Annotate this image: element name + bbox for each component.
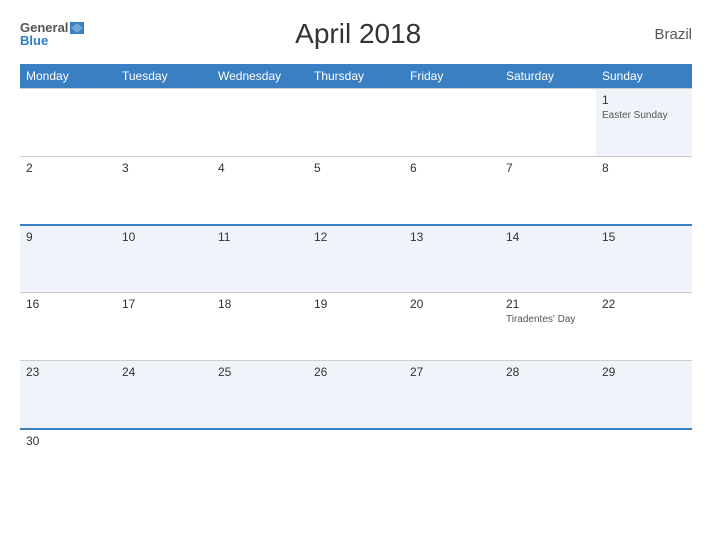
calendar-cell: 27 xyxy=(404,361,500,429)
calendar-cell: 28 xyxy=(500,361,596,429)
calendar-cell: 15 xyxy=(596,225,692,293)
calendar-cell: 10 xyxy=(116,225,212,293)
weekday-header-tuesday: Tuesday xyxy=(116,64,212,89)
calendar-cell xyxy=(20,89,116,157)
calendar-cell xyxy=(212,429,308,497)
day-number: 30 xyxy=(26,434,110,448)
calendar-page: General Blue April 2018 Brazil MondayTue… xyxy=(0,0,712,550)
day-number: 20 xyxy=(410,297,494,311)
calendar-cell xyxy=(308,429,404,497)
calendar-cell: 13 xyxy=(404,225,500,293)
weekday-header-monday: Monday xyxy=(20,64,116,89)
calendar-cell: 11 xyxy=(212,225,308,293)
day-number: 14 xyxy=(506,230,590,244)
day-number: 10 xyxy=(122,230,206,244)
calendar-cell: 1 Easter Sunday xyxy=(596,89,692,157)
day-number: 7 xyxy=(506,161,590,175)
calendar-cell xyxy=(116,429,212,497)
day-number: 22 xyxy=(602,297,686,311)
weekday-header-friday: Friday xyxy=(404,64,500,89)
calendar-cell: 14 xyxy=(500,225,596,293)
day-number: 21 xyxy=(506,297,590,311)
calendar-cell xyxy=(404,89,500,157)
week-row-4: 16 17 18 19 20 21 Tiradentes' Day 22 xyxy=(20,293,692,361)
day-event: Tiradentes' Day xyxy=(506,313,590,326)
day-number: 3 xyxy=(122,161,206,175)
day-number: 1 xyxy=(602,93,686,107)
calendar-cell xyxy=(404,429,500,497)
calendar-cell: 26 xyxy=(308,361,404,429)
day-number: 2 xyxy=(26,161,110,175)
day-number: 4 xyxy=(218,161,302,175)
day-number: 29 xyxy=(602,365,686,379)
calendar-cell: 7 xyxy=(500,157,596,225)
day-number: 11 xyxy=(218,230,302,244)
calendar-cell xyxy=(596,429,692,497)
calendar-cell: 23 xyxy=(20,361,116,429)
calendar-cell: 9 xyxy=(20,225,116,293)
calendar-cell: 30 xyxy=(20,429,116,497)
calendar-cell: 25 xyxy=(212,361,308,429)
day-number: 9 xyxy=(26,230,110,244)
day-number: 12 xyxy=(314,230,398,244)
day-number: 27 xyxy=(410,365,494,379)
calendar-cell: 16 xyxy=(20,293,116,361)
week-row-2: 2345678 xyxy=(20,157,692,225)
calendar-cell xyxy=(500,89,596,157)
day-number: 25 xyxy=(218,365,302,379)
calendar-cell: 22 xyxy=(596,293,692,361)
calendar-cell: 17 xyxy=(116,293,212,361)
calendar-cell: 5 xyxy=(308,157,404,225)
logo-flag-icon xyxy=(70,22,84,34)
day-number: 18 xyxy=(218,297,302,311)
calendar-cell: 3 xyxy=(116,157,212,225)
calendar-cell: 20 xyxy=(404,293,500,361)
day-number: 6 xyxy=(410,161,494,175)
calendar-cell xyxy=(308,89,404,157)
weekday-header-row: MondayTuesdayWednesdayThursdayFridaySatu… xyxy=(20,64,692,89)
weekday-header-sunday: Sunday xyxy=(596,64,692,89)
day-number: 26 xyxy=(314,365,398,379)
country-label: Brazil xyxy=(632,26,692,43)
calendar-cell: 2 xyxy=(20,157,116,225)
header: General Blue April 2018 Brazil xyxy=(20,18,692,50)
day-number: 5 xyxy=(314,161,398,175)
week-row-6: 30 xyxy=(20,429,692,497)
calendar-cell: 12 xyxy=(308,225,404,293)
calendar-table: MondayTuesdayWednesdayThursdayFridaySatu… xyxy=(20,64,692,497)
calendar-cell: 4 xyxy=(212,157,308,225)
day-number: 19 xyxy=(314,297,398,311)
page-title: April 2018 xyxy=(84,18,632,50)
weekday-header-saturday: Saturday xyxy=(500,64,596,89)
calendar-cell xyxy=(500,429,596,497)
day-number: 24 xyxy=(122,365,206,379)
logo: General Blue xyxy=(20,21,84,47)
calendar-cell: 29 xyxy=(596,361,692,429)
weekday-header-thursday: Thursday xyxy=(308,64,404,89)
calendar-cell: 24 xyxy=(116,361,212,429)
week-row-5: 23 24 25 26 27 28 29 xyxy=(20,361,692,429)
calendar-cell: 21 Tiradentes' Day xyxy=(500,293,596,361)
day-event: Easter Sunday xyxy=(602,109,686,122)
logo-blue-text: Blue xyxy=(20,34,84,47)
week-row-3: 9 10 11 12 13 14 15 xyxy=(20,225,692,293)
day-number: 16 xyxy=(26,297,110,311)
calendar-cell: 8 xyxy=(596,157,692,225)
day-number: 28 xyxy=(506,365,590,379)
calendar-cell: 18 xyxy=(212,293,308,361)
calendar-cell xyxy=(116,89,212,157)
calendar-cell xyxy=(212,89,308,157)
day-number: 8 xyxy=(602,161,686,175)
day-number: 17 xyxy=(122,297,206,311)
day-number: 15 xyxy=(602,230,686,244)
calendar-cell: 19 xyxy=(308,293,404,361)
week-row-1: 1 Easter Sunday xyxy=(20,89,692,157)
calendar-cell: 6 xyxy=(404,157,500,225)
day-number: 13 xyxy=(410,230,494,244)
day-number: 23 xyxy=(26,365,110,379)
weekday-header-wednesday: Wednesday xyxy=(212,64,308,89)
